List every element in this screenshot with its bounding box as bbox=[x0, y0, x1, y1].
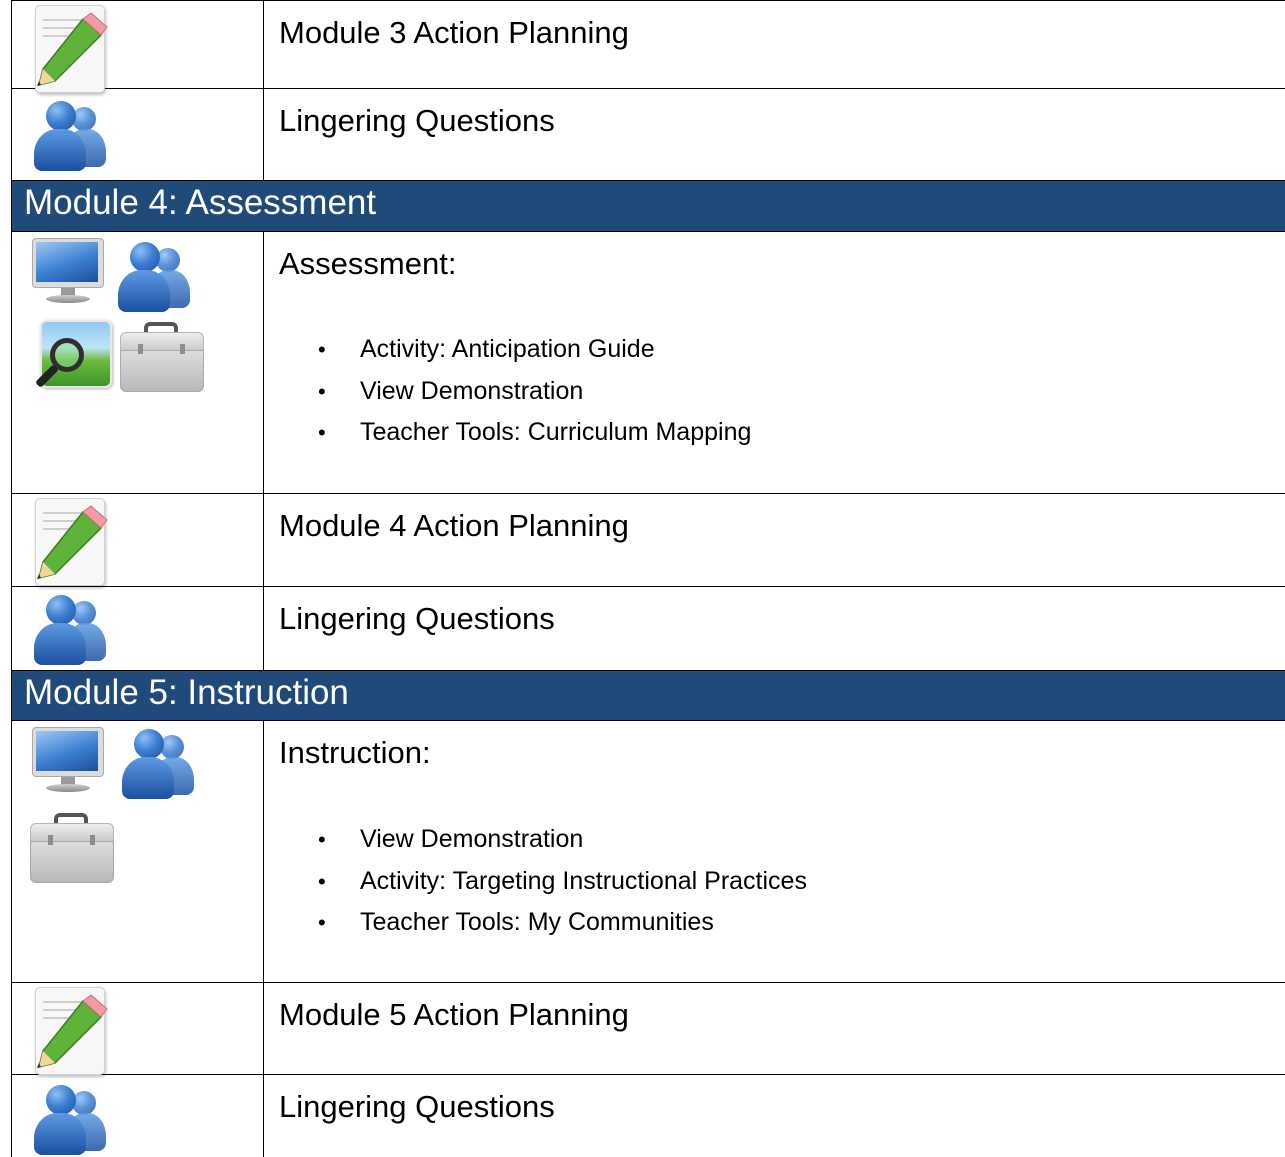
monitor-icon bbox=[32, 727, 104, 795]
row-title: Lingering Questions bbox=[279, 601, 555, 636]
row-title: Lingering Questions bbox=[279, 103, 555, 138]
pencil-icon bbox=[33, 987, 109, 1075]
bullet-list: • Activity: Anticipation Guide • View Demo… bbox=[318, 329, 752, 454]
row-title: Lingering Questions bbox=[279, 1089, 555, 1124]
text-cell: Module 5 Action Planning bbox=[264, 983, 1285, 1074]
section-title: Module 5: Instruction bbox=[24, 673, 349, 712]
icon-cell bbox=[12, 587, 264, 670]
row-title: Instruction: bbox=[279, 735, 431, 770]
people-icon bbox=[28, 595, 108, 665]
icon-cell bbox=[12, 983, 264, 1075]
toolbox-icon bbox=[120, 322, 204, 392]
row-title: Module 3 Action Planning bbox=[279, 15, 629, 50]
list-item: • Teacher Tools: My Communities bbox=[318, 908, 714, 936]
pencil-icon bbox=[33, 5, 109, 93]
pencil-icon bbox=[33, 498, 109, 586]
icon-cell bbox=[12, 232, 264, 493]
text-cell: Module 4 Action Planning bbox=[264, 494, 1285, 586]
section-header-module-4: Module 4: Assessment bbox=[11, 181, 1285, 232]
row-title: Assessment: bbox=[279, 246, 457, 281]
table-row: Lingering Questions bbox=[11, 1075, 1285, 1157]
table-row: Assessment: • Activity: Anticipation Guid… bbox=[11, 232, 1285, 494]
toolbox-icon bbox=[30, 813, 114, 883]
table-row: Lingering Questions bbox=[11, 587, 1285, 671]
people-icon bbox=[112, 242, 192, 312]
section-header-module-5: Module 5: Instruction bbox=[11, 671, 1285, 721]
list-item: • View Demonstration bbox=[318, 825, 584, 853]
list-item: • Teacher Tools: Curriculum Mapping bbox=[318, 418, 752, 446]
text-cell: Lingering Questions bbox=[264, 587, 1285, 670]
text-cell: Module 3 Action Planning bbox=[264, 1, 1285, 88]
table-row: Lingering Questions bbox=[11, 89, 1285, 181]
table-row: Module 3 Action Planning bbox=[11, 0, 1285, 93]
monitor-icon bbox=[32, 238, 104, 306]
list-item: • Activity: Anticipation Guide bbox=[318, 335, 655, 363]
text-cell: Lingering Questions bbox=[264, 1075, 1285, 1157]
table-row: Instruction: • View Demonstration • Activi… bbox=[11, 721, 1285, 983]
text-cell: Assessment: • Activity: Anticipation Guid… bbox=[264, 232, 1285, 493]
table-row: Module 5 Action Planning bbox=[11, 983, 1285, 1075]
people-icon bbox=[28, 1085, 108, 1155]
row-title: Module 4 Action Planning bbox=[279, 508, 629, 543]
icon-cell bbox=[12, 1075, 264, 1157]
row-title: Module 5 Action Planning bbox=[279, 997, 629, 1032]
list-item: • Activity: Targeting Instructional Pract… bbox=[318, 866, 807, 895]
people-icon bbox=[116, 729, 196, 799]
magnifier-icon bbox=[32, 320, 112, 396]
module-table: Module 3 Action Planning Lingering Quest… bbox=[11, 0, 1285, 1157]
icon-cell bbox=[12, 721, 264, 982]
table-row: Module 4 Action Planning bbox=[11, 494, 1285, 587]
text-cell: Instruction: • View Demonstration • Activi… bbox=[264, 721, 1285, 982]
list-item: • View Demonstration bbox=[318, 376, 584, 405]
section-title: Module 4: Assessment bbox=[24, 183, 377, 222]
text-cell: Lingering Questions bbox=[264, 89, 1285, 180]
people-icon bbox=[28, 101, 108, 171]
icon-cell bbox=[12, 89, 264, 180]
icon-cell bbox=[12, 1, 264, 93]
bullet-list: • View Demonstration • Activity: Targeting… bbox=[318, 819, 807, 944]
icon-cell bbox=[12, 494, 264, 586]
